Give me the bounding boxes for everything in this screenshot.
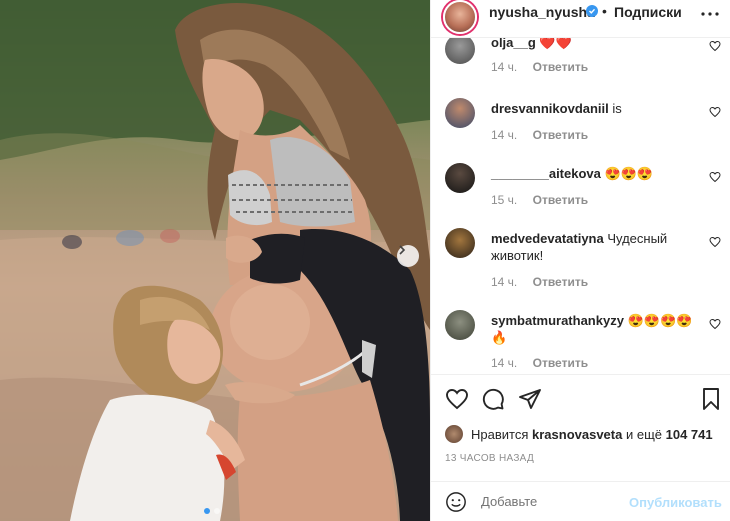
reply-button[interactable]: Ответить: [533, 128, 588, 142]
comment-body: is: [612, 101, 622, 116]
emoji-smile-icon[interactable]: [445, 491, 467, 513]
comment-time: 14 ч.: [491, 60, 518, 74]
liker-avatar[interactable]: [445, 425, 463, 443]
comment-text: symbatmurathankyzy 😍😍😍😍🔥: [491, 312, 697, 346]
commenter-avatar[interactable]: [445, 38, 475, 64]
share-paper-plane-icon[interactable]: [518, 387, 542, 411]
comment-text: dresvannikovdaniil is: [491, 100, 697, 117]
carousel-dot: [204, 508, 210, 514]
photo-illustration: [0, 0, 430, 521]
comment-text: ________aitekova 😍😍😍: [491, 165, 697, 182]
reply-button[interactable]: Ответить: [533, 60, 588, 74]
reply-button[interactable]: Ответить: [533, 193, 588, 207]
like-heart-icon[interactable]: [445, 387, 469, 411]
comment-meta: 14 ч. Ответить: [491, 356, 600, 370]
comment-time: 14 ч.: [491, 275, 518, 289]
commenter-username[interactable]: symbatmurathankyzy: [491, 313, 624, 328]
author-avatar[interactable]: [443, 0, 477, 34]
commenter-avatar[interactable]: [445, 163, 475, 193]
like-comment-heart-icon[interactable]: [709, 318, 721, 330]
likes-count[interactable]: 104 741: [666, 427, 713, 442]
reply-button[interactable]: Ответить: [533, 275, 588, 289]
carousel-dots: [204, 508, 220, 514]
reply-button[interactable]: Ответить: [533, 356, 588, 370]
likes-middle: и ещё: [625, 426, 662, 442]
comment-bubble-icon[interactable]: [481, 387, 505, 411]
like-comment-heart-icon[interactable]: [709, 40, 721, 52]
post-sidebar: nyusha_nyusha • Подписки olja__g ❤️❤️ 14…: [430, 0, 730, 521]
commenter-avatar[interactable]: [445, 98, 475, 128]
comment-meta: 15 ч. Ответить: [491, 193, 600, 207]
commenter-avatar[interactable]: [445, 228, 475, 258]
likes-summary: Нравится krasnovasveta и ещё 104 741: [445, 425, 713, 443]
comment-emoji: 😍😍😍: [604, 166, 654, 181]
commenter-username[interactable]: ________aitekova: [491, 166, 601, 181]
comment-time: 14 ч.: [491, 128, 518, 142]
following-button[interactable]: Подписки: [614, 4, 682, 20]
likes-prefix: Нравится: [471, 426, 529, 442]
commenter-avatar[interactable]: [445, 310, 475, 340]
comment-time: 14 ч.: [491, 356, 518, 370]
more-options-icon[interactable]: [701, 4, 719, 22]
comment-text: medvedevatatiyna Чудесный животик!: [491, 230, 697, 264]
commenter-username[interactable]: medvedevatatiyna: [491, 231, 604, 246]
comment-meta: 14 ч. Ответить: [491, 128, 600, 142]
post-timestamp[interactable]: 13 ЧАСОВ НАЗАД: [445, 453, 534, 464]
like-comment-heart-icon[interactable]: [709, 171, 721, 183]
next-slide-button[interactable]: [397, 245, 419, 267]
post-photo[interactable]: [0, 0, 430, 521]
add-comment-bar: Опубликовать: [431, 481, 730, 521]
comments-list: olja__g ❤️❤️ 14 ч. Ответить dresvannikov…: [431, 38, 730, 374]
carousel-dot: [214, 508, 220, 514]
chevron-right-icon: [399, 245, 406, 255]
post-header: nyusha_nyusha • Подписки: [431, 0, 730, 38]
like-comment-heart-icon[interactable]: [709, 106, 721, 118]
commenter-username[interactable]: olja__g: [491, 38, 536, 50]
comment-meta: 14 ч. Ответить: [491, 275, 600, 289]
commenter-username[interactable]: dresvannikovdaniil: [491, 101, 609, 116]
comment-meta: 14 ч. Ответить: [491, 60, 600, 74]
comment-time: 15 ч.: [491, 193, 518, 207]
liker-username[interactable]: krasnovasveta: [532, 427, 622, 442]
comment-text: olja__g ❤️❤️: [491, 38, 697, 51]
header-separator: •: [602, 3, 607, 19]
like-comment-heart-icon[interactable]: [709, 236, 721, 248]
comment-emoji: ❤️❤️: [539, 38, 572, 50]
bookmark-icon[interactable]: [699, 387, 723, 411]
author-username[interactable]: nyusha_nyusha: [489, 4, 595, 20]
publish-button[interactable]: Опубликовать: [629, 495, 722, 510]
comment-input[interactable]: [481, 494, 631, 509]
verified-badge-icon: [586, 5, 598, 17]
post-actions: [431, 374, 730, 420]
